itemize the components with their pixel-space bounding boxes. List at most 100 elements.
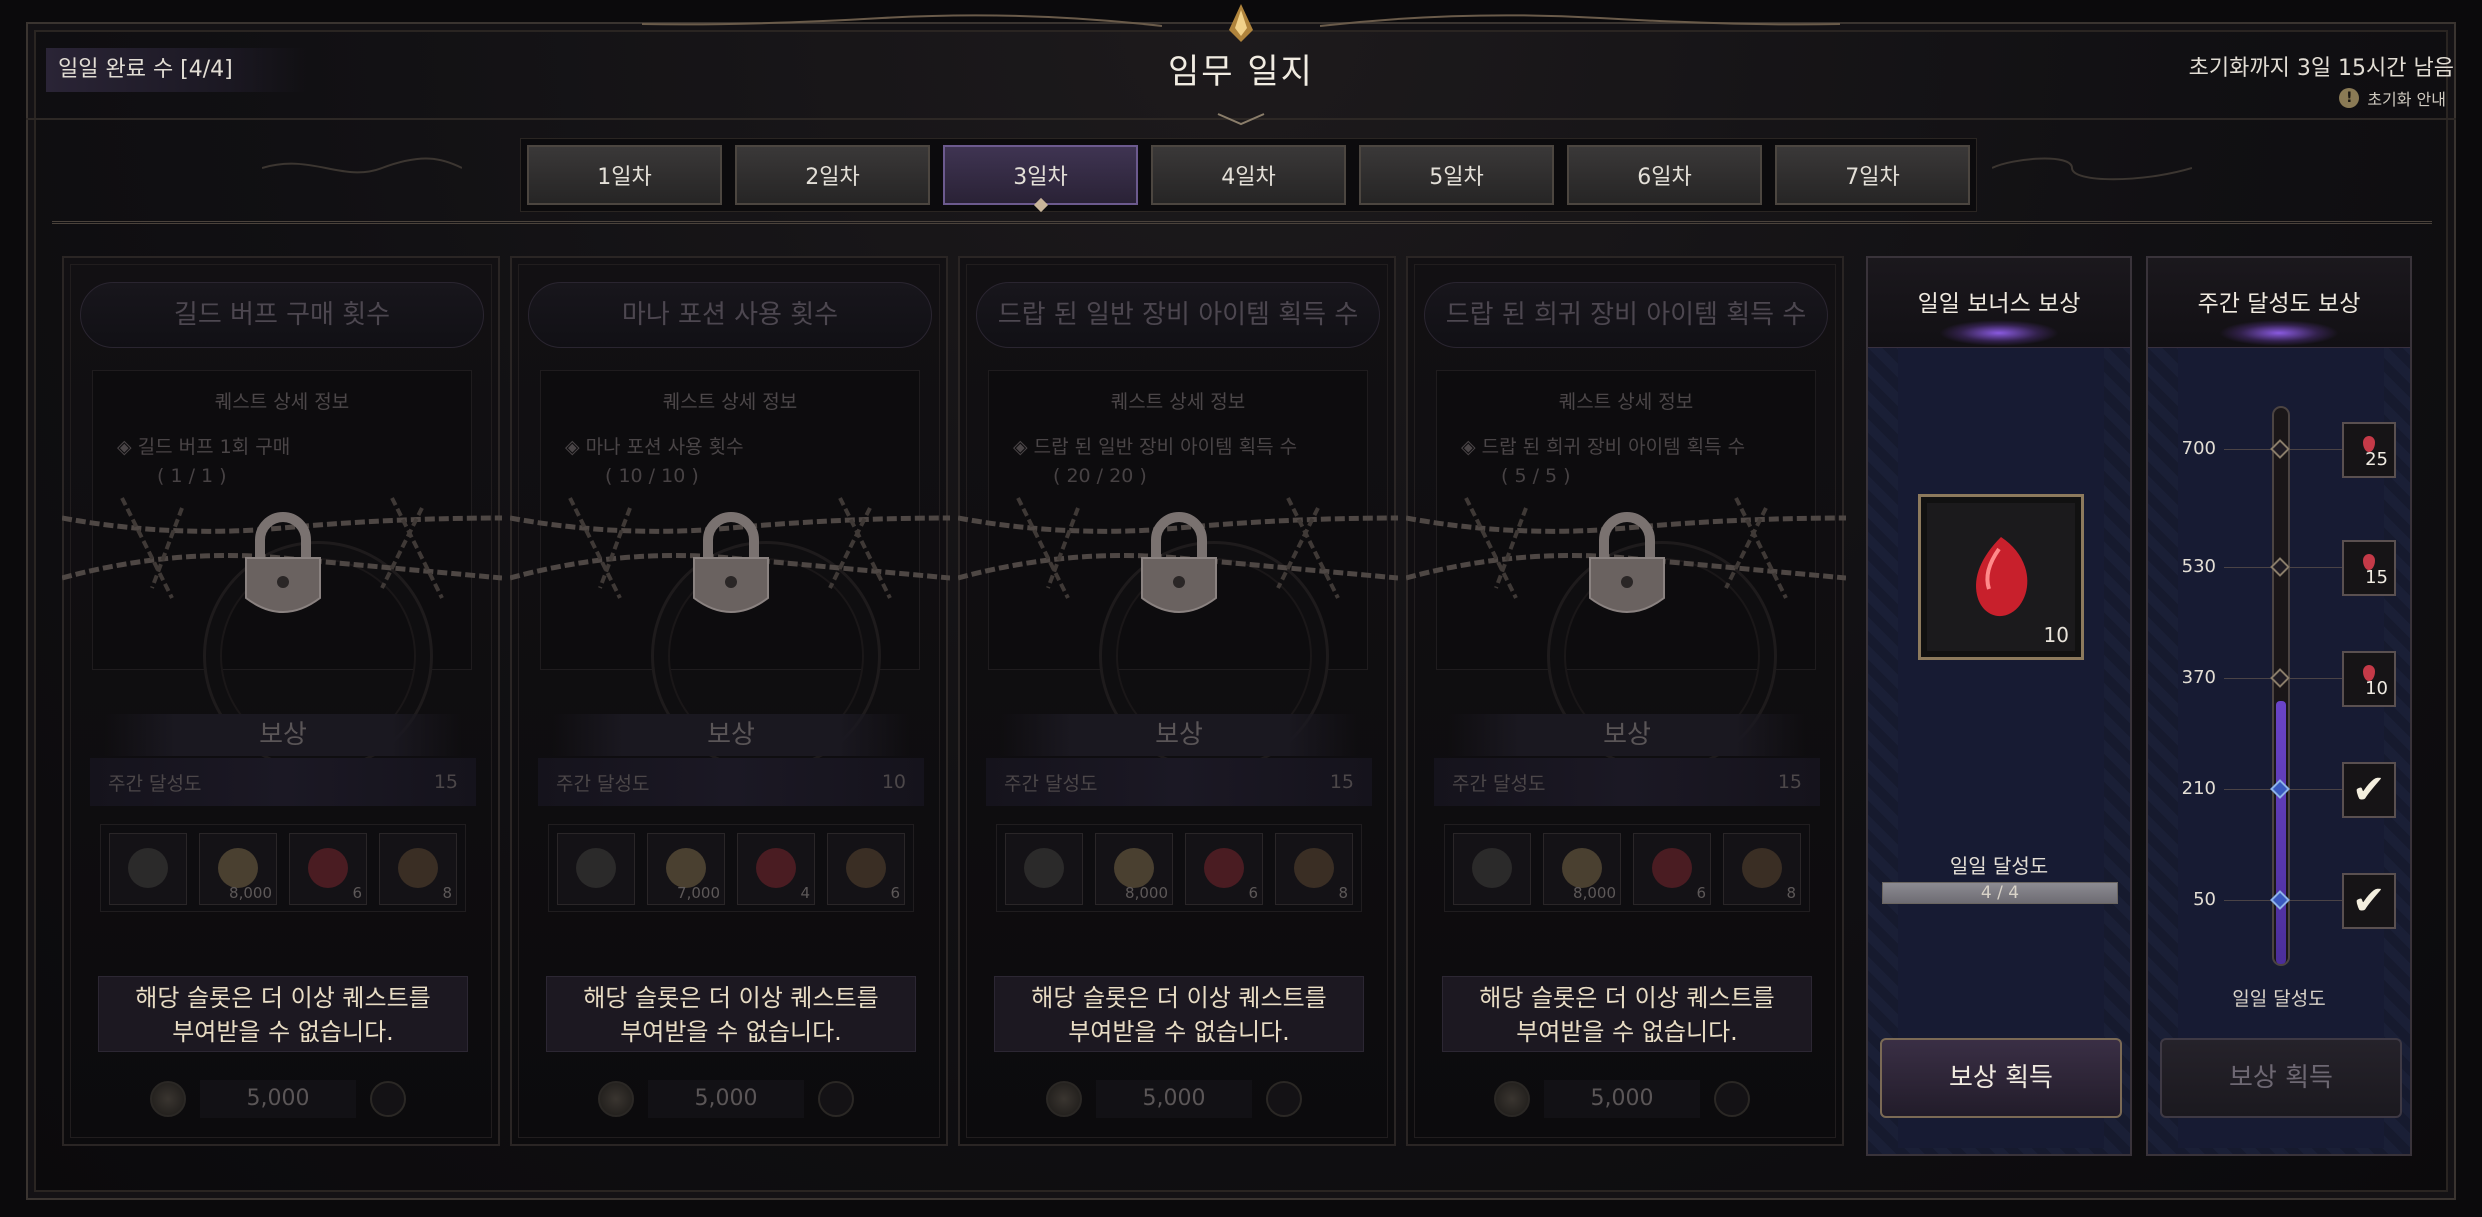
coin-icon: [1046, 1081, 1082, 1117]
milestone-node-icon: [2270, 890, 2290, 911]
tab-day-7[interactable]: 7일차: [1775, 145, 1970, 205]
quest-title: 드랍 된 희귀 장비 아이템 획득 수: [1424, 282, 1828, 348]
reward-item[interactable]: 8,000: [199, 833, 277, 905]
day-tabs: 1일차 2일차 3일차 4일차 5일차 6일차 7일차: [520, 138, 1977, 212]
reward-qty: 8,000: [1573, 884, 1616, 902]
daily-progress-bar: 4 / 4: [1882, 882, 2118, 904]
reward-item[interactable]: 7,000: [647, 833, 725, 905]
weekly-contribution-value: 15: [1329, 771, 1354, 793]
milestone-node-icon: [2270, 668, 2290, 688]
reward-item[interactable]: [1453, 833, 1531, 905]
reward-item[interactable]: 6: [289, 833, 367, 905]
title-plate: 임무 일지: [642, 0, 1840, 126]
tabs-ornament-left-icon: [262, 157, 462, 174]
refresh-icon[interactable]: [1714, 1081, 1750, 1117]
milestone-node-icon: [2270, 557, 2290, 577]
quest-objective: ◈ 드랍 된 희귀 장비 아이템 획득 수: [1461, 436, 1746, 458]
page-title: 임무 일지: [1168, 52, 1314, 92]
weekly-contribution: 주간 달성도 15: [90, 758, 476, 806]
red-gem-icon: [1652, 848, 1692, 888]
notice-line: 해당 슬롯은 더 이상 퀘스트를: [583, 984, 879, 1012]
slot-locked-notice: 해당 슬롯은 더 이상 퀘스트를 부여받을 수 없습니다.: [546, 976, 916, 1052]
refresh-cost: 5,000: [1494, 1078, 1754, 1120]
reward-heading: 보상: [1000, 714, 1358, 756]
coin-icon: [150, 1081, 186, 1117]
header-glow: [2219, 320, 2339, 346]
tab-day-2[interactable]: 2일차: [735, 145, 930, 205]
reward-items: 8,000 6 8: [1444, 824, 1810, 912]
reward-qty: 6: [1696, 884, 1706, 902]
milestone-reward[interactable]: 10: [2342, 651, 2396, 708]
weekly-contribution-value: 15: [1777, 771, 1802, 793]
lock-icon: [245, 512, 321, 613]
notice-line: 부여받을 수 없습니다.: [620, 1018, 842, 1046]
reward-item[interactable]: [557, 833, 635, 905]
notice-line: 부여받을 수 없습니다.: [172, 1018, 394, 1046]
milestone-reward[interactable]: ✔: [2342, 873, 2396, 930]
milestone-qty: 15: [2365, 566, 2388, 588]
info-icon: !: [2339, 88, 2360, 108]
reset-timer: 초기화까지 3일 15시간 남음: [2188, 56, 2454, 81]
lock-icon: [693, 512, 769, 613]
reward-item[interactable]: 8: [1723, 833, 1801, 905]
reward-item[interactable]: [109, 833, 187, 905]
quest-objective: ◈ 마나 포션 사용 횟수: [565, 436, 744, 458]
daily-bonus-title: 일일 보너스 보상: [1917, 291, 2081, 317]
notice-line: 해당 슬롯은 더 이상 퀘스트를: [1031, 984, 1327, 1012]
refresh-icon[interactable]: [1266, 1081, 1302, 1117]
milestone-value: 700: [2181, 437, 2216, 459]
daily-bonus-body: [1898, 348, 2104, 1148]
milestone-reward[interactable]: 15: [2342, 539, 2396, 596]
weekly-claim-button[interactable]: 보상 획득: [2160, 1038, 2402, 1118]
milestone-reward[interactable]: 25: [2342, 421, 2396, 478]
refresh-icon[interactable]: [370, 1081, 406, 1117]
tab-day-4[interactable]: 4일차: [1151, 145, 1346, 205]
weekly-milestone: 210 ✔: [2148, 762, 2414, 819]
reward-item[interactable]: 6: [1633, 833, 1711, 905]
reward-item[interactable]: 6: [827, 833, 905, 905]
tab-day-3[interactable]: 3일차: [943, 145, 1138, 205]
weekly-contribution-label: 주간 달성도: [1004, 772, 1098, 795]
weekly-reward-panel: 주간 달성도 보상 700 25 530 15 370 10 210 ✔ 50 ✔ 일일…: [2146, 256, 2412, 1156]
reward-heading: 보상: [104, 714, 462, 756]
milestone-value: 50: [2193, 889, 2216, 911]
reward-item[interactable]: 8: [379, 833, 457, 905]
title-ornament-right-icon: [1320, 14, 1840, 27]
quest-card: 드랍 된 희귀 장비 아이템 획득 수 퀘스트 상세 정보 ◈ 드랍 된 희귀 …: [1406, 256, 1846, 1146]
reset-info-label: 초기화 안내: [2367, 90, 2446, 109]
tab-day-1[interactable]: 1일차: [527, 145, 722, 205]
slot-locked-notice: 해당 슬롯은 더 이상 퀘스트를 부여받을 수 없습니다.: [1442, 976, 1812, 1052]
quest-detail-heading: 퀘스트 상세 정보: [214, 391, 350, 413]
weekly-milestone: 50 ✔: [2148, 873, 2414, 930]
reward-item[interactable]: 6: [1185, 833, 1263, 905]
daily-bonus-item[interactable]: 10: [1918, 494, 2084, 660]
reward-item[interactable]: [1005, 833, 1083, 905]
milestone-qty: 25: [2365, 448, 2388, 470]
reward-qty: 7,000: [677, 884, 720, 902]
notice-line: 부여받을 수 없습니다.: [1516, 1018, 1738, 1046]
refresh-cost-value: 5,000: [648, 1080, 804, 1118]
reward-qty: 6: [890, 884, 900, 902]
gold-coin-icon: [1562, 848, 1602, 888]
reward-item[interactable]: 8: [1275, 833, 1353, 905]
reward-item[interactable]: 8,000: [1543, 833, 1621, 905]
milestone-reward[interactable]: ✔: [2342, 762, 2396, 819]
feather-icon: [398, 848, 438, 888]
tab-day-5[interactable]: 5일차: [1359, 145, 1554, 205]
refresh-cost: 5,000: [598, 1078, 858, 1120]
day-tabs-row: 1일차 2일차 3일차 4일차 5일차 6일차 7일차: [52, 126, 2432, 224]
gold-coin-icon: [218, 848, 258, 888]
refresh-cost-value: 5,000: [200, 1080, 356, 1118]
claimed-check-icon: ✔: [2352, 767, 2386, 814]
claimed-check-icon: ✔: [2352, 878, 2386, 925]
quest-objective-text: 마나 포션 사용 횟수: [585, 436, 744, 458]
daily-claim-button[interactable]: 보상 획득: [1880, 1038, 2122, 1118]
weekly-milestone: 370 10: [2148, 651, 2414, 708]
reward-item[interactable]: 4: [737, 833, 815, 905]
feather-icon: [1742, 848, 1782, 888]
refresh-icon[interactable]: [818, 1081, 854, 1117]
reward-qty: 6: [352, 884, 362, 902]
reward-item[interactable]: 8,000: [1095, 833, 1173, 905]
reset-info-link[interactable]: ! 초기화 안내: [2339, 86, 2446, 110]
tab-day-6[interactable]: 6일차: [1567, 145, 1762, 205]
